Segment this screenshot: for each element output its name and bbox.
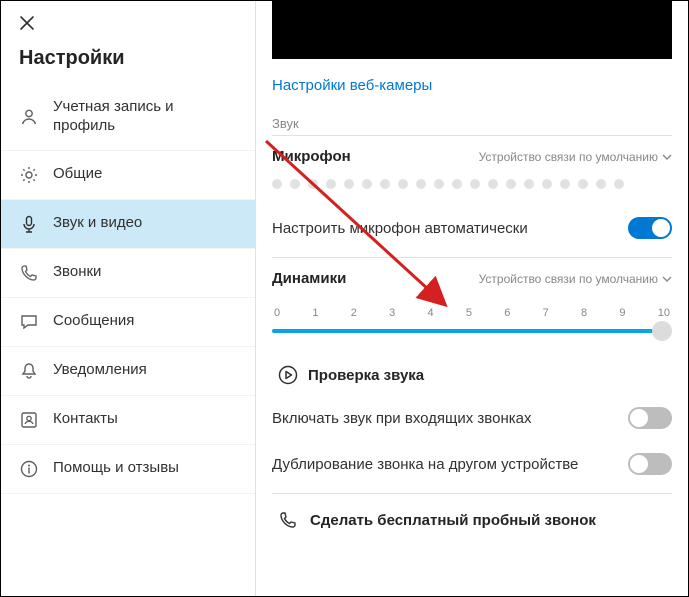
chevron-down-icon	[662, 274, 672, 284]
microphone-level-meter	[272, 179, 672, 189]
speakers-title: Динамики	[272, 270, 346, 287]
phone-icon	[278, 510, 298, 530]
person-icon	[19, 107, 39, 127]
sidebar-item-notifications[interactable]: Уведомления	[1, 347, 255, 396]
sidebar-item-label: Звук и видео	[53, 214, 142, 233]
auto-mic-label: Настроить микрофон автоматически	[272, 220, 528, 237]
sidebar-item-label: Звонки	[53, 263, 101, 282]
sidebar-item-audio-video[interactable]: Звук и видео	[1, 200, 255, 249]
settings-main: Настройки веб-камеры Звук Микрофон Устро…	[256, 1, 688, 596]
sidebar-item-messages[interactable]: Сообщения	[1, 298, 255, 347]
free-test-call-label: Сделать бесплатный пробный звонок	[310, 512, 596, 529]
slider-thumb[interactable]	[652, 321, 672, 341]
contacts-icon	[19, 410, 39, 430]
speakers-device-label: Устройство связи по умолчанию	[479, 272, 658, 286]
ring-incoming-label: Включать звук при входящих звонках	[272, 410, 531, 427]
sound-test-label: Проверка звука	[308, 367, 424, 384]
auto-mic-toggle[interactable]	[628, 217, 672, 239]
microphone-device-dropdown[interactable]: Устройство связи по умолчанию	[479, 150, 672, 164]
sidebar-item-label: Общие	[53, 165, 102, 184]
sound-test-button[interactable]: Проверка звука	[272, 347, 672, 395]
ring-other-device-toggle[interactable]	[628, 453, 672, 475]
volume-ticks: 01 23 45 67 89 10	[272, 307, 672, 319]
sidebar-item-label: Помощь и отзывы	[53, 459, 179, 478]
sidebar-item-label: Сообщения	[53, 312, 134, 331]
microphone-icon	[19, 214, 39, 234]
sidebar-item-label: Уведомления	[53, 361, 147, 380]
sidebar-item-label: Контакты	[53, 410, 118, 429]
webcam-settings-link[interactable]: Настройки веб-камеры	[272, 77, 432, 94]
play-icon	[278, 365, 298, 385]
close-icon[interactable]	[19, 15, 237, 31]
info-icon	[19, 459, 39, 479]
phone-icon	[19, 263, 39, 283]
sound-section-label: Звук	[272, 116, 672, 136]
sidebar-item-general[interactable]: Общие	[1, 151, 255, 200]
webcam-preview	[272, 1, 672, 59]
volume-slider[interactable]	[272, 321, 672, 347]
sidebar-item-account[interactable]: Учетная запись и профиль	[1, 84, 255, 151]
sidebar-item-help[interactable]: Помощь и отзывы	[1, 445, 255, 494]
sidebar-item-calls[interactable]: Звонки	[1, 249, 255, 298]
settings-sidebar: Настройки Учетная запись и профиль Общие…	[1, 1, 256, 596]
bell-icon	[19, 361, 39, 381]
microphone-title: Микрофон	[272, 148, 351, 165]
ring-other-device-label: Дублирование звонка на другом устройстве	[272, 456, 578, 473]
chat-icon	[19, 312, 39, 332]
settings-nav: Учетная запись и профиль Общие Звук и ви…	[1, 84, 255, 494]
sidebar-item-contacts[interactable]: Контакты	[1, 396, 255, 445]
gear-icon	[19, 165, 39, 185]
sidebar-item-label: Учетная запись и профиль	[53, 98, 237, 136]
ring-incoming-toggle[interactable]	[628, 407, 672, 429]
page-title: Настройки	[1, 37, 255, 84]
free-test-call-button[interactable]: Сделать бесплатный пробный звонок	[272, 494, 672, 530]
microphone-device-label: Устройство связи по умолчанию	[479, 150, 658, 164]
chevron-down-icon	[662, 152, 672, 162]
speakers-device-dropdown[interactable]: Устройство связи по умолчанию	[479, 272, 672, 286]
